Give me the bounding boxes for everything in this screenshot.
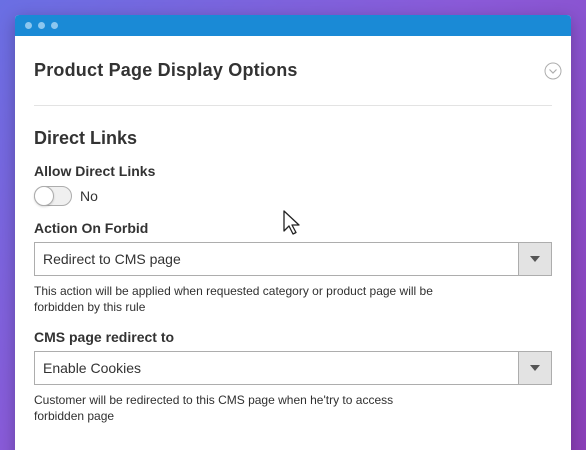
cms-page-redirect-label: CMS page redirect to	[34, 329, 175, 345]
group-title: Direct Links	[34, 128, 138, 148]
toggle-knob	[34, 186, 54, 206]
window-titlebar	[15, 15, 571, 36]
cms-page-redirect-note: Customer will be redirected to this CMS …	[34, 393, 394, 423]
window-dot-icon	[51, 22, 58, 29]
allow-direct-links-value: No	[80, 188, 98, 204]
cms-page-redirect-select[interactable]: Enable Cookies	[34, 351, 552, 385]
window-dot-icon	[25, 22, 32, 29]
window-dot-icon	[38, 22, 45, 29]
allow-direct-links-label: Allow Direct Links	[34, 163, 156, 179]
action-on-forbid-value: Redirect to CMS page	[43, 251, 181, 267]
section-title: Product Page Display Options	[34, 60, 298, 80]
cms-page-redirect-value: Enable Cookies	[43, 360, 142, 376]
dropdown-button[interactable]	[518, 352, 551, 384]
triangle-down-icon	[530, 365, 540, 371]
mouse-pointer-icon	[283, 210, 300, 235]
allow-direct-links-row: No	[34, 186, 552, 206]
triangle-down-icon	[530, 256, 540, 262]
section-header[interactable]: Product Page Display Options	[34, 36, 562, 106]
action-on-forbid-select[interactable]: Redirect to CMS page	[34, 242, 552, 276]
chevron-down-circle-icon[interactable]	[544, 62, 562, 80]
action-on-forbid-note: This action will be applied when request…	[34, 284, 433, 314]
allow-direct-links-toggle[interactable]	[34, 186, 72, 206]
dropdown-button[interactable]	[518, 243, 551, 275]
